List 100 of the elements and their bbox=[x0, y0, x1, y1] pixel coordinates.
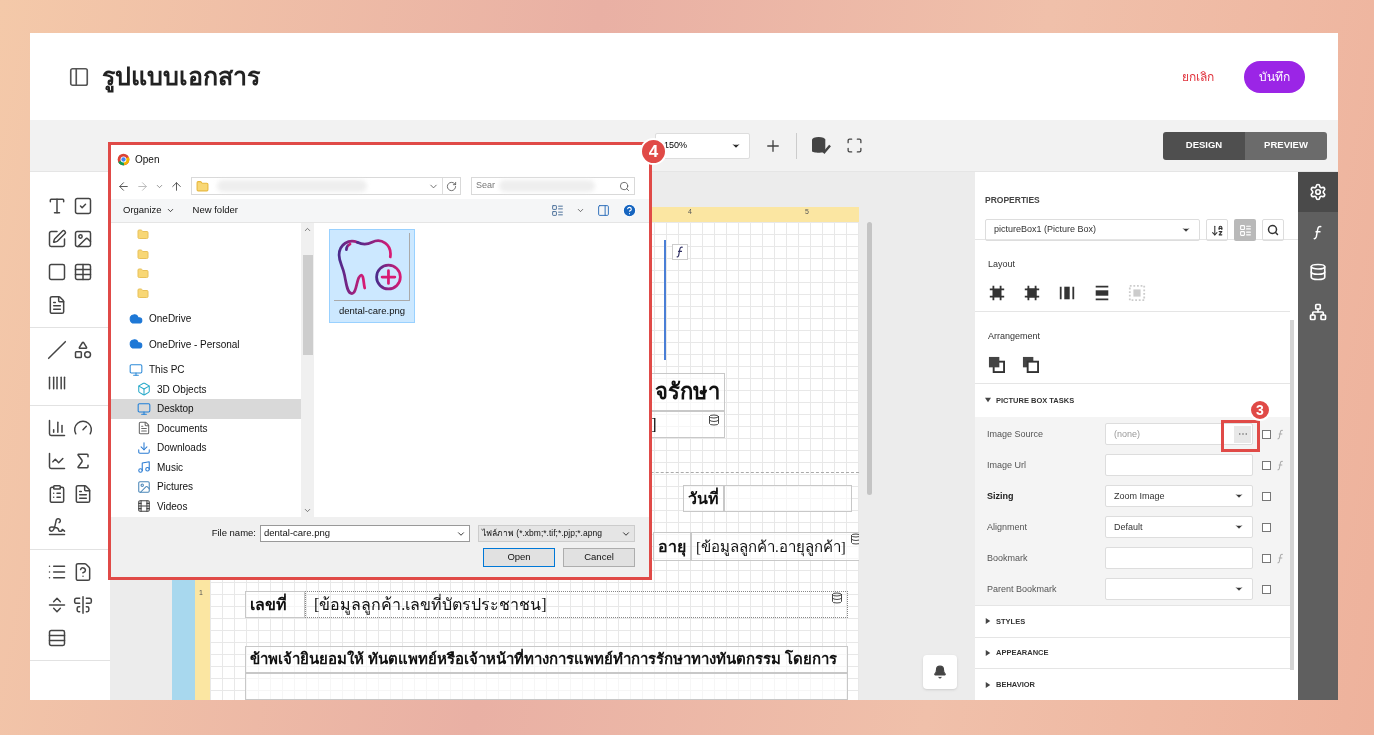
size-to-grid-icon[interactable] bbox=[1023, 284, 1041, 302]
document-icon[interactable] bbox=[73, 484, 93, 504]
nav-item[interactable]: Music bbox=[111, 457, 301, 477]
select-field[interactable]: Zoom Image bbox=[1105, 485, 1253, 508]
component-selector[interactable]: pictureBox1 (Picture Box) bbox=[985, 219, 1200, 241]
table-icon[interactable] bbox=[73, 262, 93, 282]
scrollbar[interactable] bbox=[867, 222, 872, 495]
page-break-icon[interactable] bbox=[47, 595, 67, 615]
center-horizontal-icon[interactable] bbox=[1058, 284, 1076, 302]
edit-icon[interactable] bbox=[47, 229, 67, 249]
file-name-label: File name: bbox=[211, 526, 256, 541]
nav-item[interactable]: Downloads bbox=[111, 438, 301, 458]
cancel-button[interactable]: Cancel bbox=[563, 548, 635, 567]
file-type-select[interactable]: ไฟล์ภาพ (*.xbm;*.tif;*.pjp;*.apng bbox=[478, 525, 635, 542]
preview-pane-icon[interactable] bbox=[597, 204, 610, 217]
group-label: Layout bbox=[988, 259, 1016, 269]
gauge-icon[interactable] bbox=[73, 418, 93, 438]
scroll-down-icon[interactable] bbox=[303, 506, 312, 515]
bar-chart-icon[interactable] bbox=[47, 418, 67, 438]
image-icon[interactable] bbox=[73, 229, 93, 249]
scrollbar[interactable] bbox=[301, 223, 314, 517]
nav-item[interactable]: Documents bbox=[111, 418, 301, 438]
caret-icon[interactable] bbox=[1181, 225, 1191, 235]
open-button[interactable]: Open bbox=[483, 548, 555, 567]
checkbox[interactable] bbox=[1262, 522, 1271, 532]
cancel-link[interactable]: ยกเลิก bbox=[1182, 67, 1214, 86]
barcode-icon[interactable] bbox=[47, 373, 67, 393]
signature-icon[interactable] bbox=[47, 517, 67, 537]
database-check-icon[interactable] bbox=[811, 136, 832, 155]
refresh-icon[interactable] bbox=[446, 180, 457, 192]
fullscreen-icon[interactable] bbox=[846, 137, 863, 154]
expanded-triangle-icon[interactable] bbox=[985, 397, 991, 404]
line-chart-icon[interactable] bbox=[47, 451, 67, 471]
text-icon[interactable] bbox=[47, 196, 67, 216]
select-field[interactable] bbox=[1105, 578, 1253, 601]
mode-tab[interactable]: DESIGN bbox=[1163, 131, 1245, 160]
nav-item[interactable]: Pictures bbox=[111, 477, 301, 497]
search-icon[interactable] bbox=[1267, 224, 1279, 236]
send-to-back-icon[interactable] bbox=[1022, 355, 1039, 373]
settings-icon[interactable] bbox=[1298, 172, 1338, 212]
help-icon[interactable] bbox=[622, 203, 637, 218]
database-icon bbox=[849, 533, 859, 546]
checkbox[interactable] bbox=[1262, 584, 1271, 594]
nav-item[interactable]: OneDrive - Personal bbox=[111, 334, 301, 354]
rows-icon[interactable] bbox=[47, 628, 67, 648]
group-label: Arrangement bbox=[988, 330, 1041, 341]
checkbox-icon[interactable] bbox=[73, 196, 93, 216]
nav-item[interactable]: 3D Objects bbox=[111, 379, 301, 399]
rectangle-icon[interactable] bbox=[47, 262, 67, 282]
collapsed-triangle-icon[interactable] bbox=[985, 649, 991, 656]
file-name-field[interactable]: dental-care.png bbox=[260, 525, 470, 542]
nav-item[interactable]: This PC bbox=[111, 360, 301, 380]
search-button[interactable] bbox=[1262, 219, 1284, 241]
checkbox[interactable] bbox=[1262, 553, 1271, 563]
address-field[interactable] bbox=[191, 177, 461, 195]
monitor-icon bbox=[129, 362, 143, 377]
list-icon[interactable] bbox=[47, 562, 67, 582]
clipboard-icon[interactable] bbox=[47, 484, 67, 504]
new-folder-button[interactable]: New folder bbox=[192, 203, 238, 218]
scroll-up-icon[interactable] bbox=[303, 225, 312, 234]
bring-to-front-icon[interactable] bbox=[988, 355, 1005, 373]
checkbox[interactable] bbox=[1262, 429, 1271, 439]
cloud-icon bbox=[129, 337, 143, 352]
function-icon[interactable] bbox=[1313, 223, 1323, 241]
function-icon[interactable] bbox=[676, 246, 684, 258]
collapsed-triangle-icon[interactable] bbox=[985, 681, 991, 688]
text-field[interactable] bbox=[1105, 454, 1253, 477]
label-icon[interactable] bbox=[47, 295, 67, 315]
view-icon[interactable] bbox=[551, 204, 564, 217]
expression-button[interactable] bbox=[672, 244, 688, 260]
property-label: Parent Bookmark bbox=[987, 582, 1058, 596]
panel-icon[interactable] bbox=[68, 65, 90, 88]
table-cell: อายุ bbox=[653, 532, 691, 562]
text-field[interactable] bbox=[1105, 547, 1253, 570]
table-cell: ข้าพเจ้ายินยอมให้ ทันตแพทย์หรือเจ้าหน้าที่ทางการแพทย์ทำการรักษาทางทันตกรรม โดยการ bbox=[245, 645, 848, 673]
monitor-icon bbox=[137, 401, 151, 416]
checkbox[interactable] bbox=[1262, 460, 1271, 470]
separator-icon[interactable] bbox=[73, 595, 93, 615]
bell-icon[interactable] bbox=[933, 665, 947, 679]
collapsed-triangle-icon[interactable] bbox=[985, 618, 991, 625]
shapes-icon[interactable] bbox=[73, 340, 93, 360]
notification-button[interactable] bbox=[923, 655, 957, 689]
save-button[interactable]: บันทึก bbox=[1244, 60, 1305, 93]
fit-to-grid-icon[interactable] bbox=[988, 284, 1006, 302]
file-item[interactable]: dental-care.png bbox=[329, 229, 415, 323]
select-field[interactable]: Default bbox=[1105, 516, 1253, 539]
organize-button[interactable]: Organize bbox=[123, 203, 175, 218]
section-heading: PROPERTIES bbox=[985, 195, 1040, 205]
nav-item[interactable]: OneDrive bbox=[111, 309, 301, 329]
property-label: Alignment bbox=[987, 520, 1029, 534]
search-field[interactable]: Sear bbox=[471, 177, 635, 195]
line-icon[interactable] bbox=[47, 340, 67, 360]
checkbox[interactable] bbox=[1262, 491, 1271, 501]
document-info-icon[interactable] bbox=[73, 562, 93, 582]
mode-tab[interactable]: PREVIEW bbox=[1245, 131, 1327, 160]
back-icon[interactable] bbox=[117, 179, 130, 193]
center-vertical-icon[interactable] bbox=[1093, 284, 1111, 302]
nav-item[interactable]: Desktop bbox=[111, 399, 301, 419]
up-icon[interactable] bbox=[170, 179, 183, 193]
nav-item[interactable]: Videos bbox=[111, 496, 301, 516]
